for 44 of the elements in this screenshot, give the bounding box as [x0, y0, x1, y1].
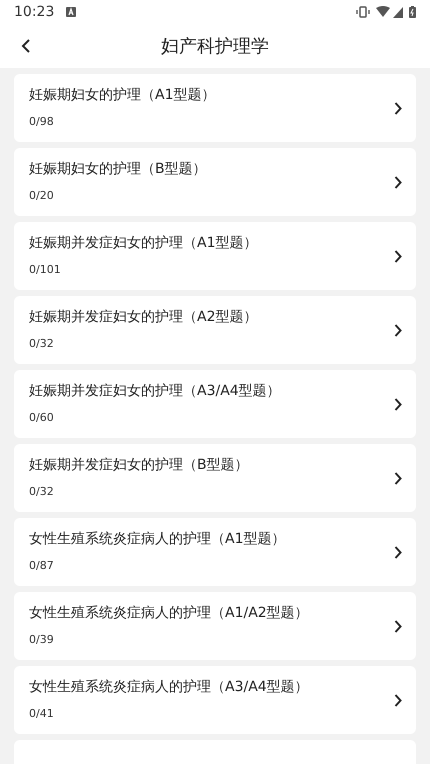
progress-count: 0/87	[29, 558, 55, 574]
chevron-right-icon	[394, 102, 402, 114]
chevron-right-icon	[394, 324, 402, 336]
chapter-card[interactable]: 女性生殖系统炎症病人的护理（A3/A4型题） 0/41	[14, 666, 416, 734]
chapter-card[interactable]: 妊娠期妇女的护理（A1型题） 0/98	[14, 74, 416, 142]
chapter-title: 女性生殖系统炎症病人的护理（A1/A2型题）	[29, 604, 310, 624]
chapter-card[interactable]: 妊娠期并发症妇女的护理（A2型题） 0/32	[14, 296, 416, 364]
chapter-title: 妊娠期并发症妇女的护理（B型题）	[29, 456, 250, 476]
progress-count: 0/32	[29, 336, 55, 352]
progress-count: 0/60	[29, 410, 55, 426]
chapter-title: 女性生殖系统炎症病人的护理（A3/A4型题）	[29, 678, 310, 698]
chevron-right-icon	[394, 472, 402, 484]
vibrate-icon	[356, 6, 370, 18]
progress-count: 0/20	[29, 188, 55, 204]
back-icon	[21, 39, 31, 53]
progress-count: 0/98	[29, 114, 55, 130]
status-time: 10:23	[14, 2, 54, 22]
chapter-card[interactable]: 妊娠期并发症妇女的护理（A1型题） 0/101	[14, 222, 416, 290]
chapter-title: 妊娠期并发症妇女的护理（A2型题）	[29, 308, 258, 328]
battery-icon	[409, 6, 416, 18]
chapter-title: 妊娠期妇女的护理（A1型题）	[29, 86, 216, 106]
notification-icon	[66, 7, 76, 17]
progress-count: 0/32	[29, 484, 55, 500]
chapter-title: 女性生殖系统炎症病人的护理（A1型题）	[29, 530, 286, 550]
chapter-card[interactable]: 女性生殖系统炎症病人的护理（A1型题） 0/87	[14, 518, 416, 586]
signal-icon	[393, 6, 403, 18]
chevron-right-icon	[394, 250, 402, 262]
progress-count: 0/101	[29, 262, 62, 278]
chapter-card[interactable]: 妊娠期妇女的护理（B型题） 0/20	[14, 148, 416, 216]
page-title: 妇产科护理学	[161, 34, 269, 58]
chevron-right-icon	[394, 398, 402, 410]
progress-count: 0/41	[29, 706, 55, 722]
chapter-title: 妊娠期并发症妇女的护理（A3/A4型题）	[29, 382, 282, 402]
chapter-card[interactable]: 妊娠期并发症妇女的护理（A3/A4型题） 0/60	[14, 370, 416, 438]
chapter-card[interactable]: 女性生殖系统炎症病人的护理（A1/A2型题） 0/39	[14, 592, 416, 660]
chevron-right-icon	[394, 620, 402, 632]
progress-count: 0/39	[29, 632, 55, 648]
chapter-card[interactable]: 妊娠期并发症妇女的护理（B型题） 0/32	[14, 444, 416, 512]
chevron-right-icon	[394, 546, 402, 558]
chevron-right-icon	[394, 176, 402, 188]
wifi-icon	[376, 6, 390, 18]
chapter-title: 妊娠期并发症妇女的护理（A1型题）	[29, 234, 258, 254]
chapter-title: 妊娠期妇女的护理（B型题）	[29, 160, 208, 180]
chevron-right-icon	[394, 694, 402, 706]
